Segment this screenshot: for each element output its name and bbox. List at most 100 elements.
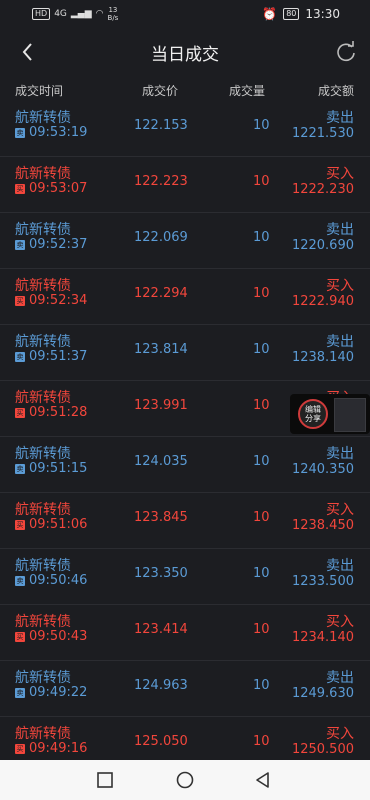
trade-time: 买 09:51:28 — [15, 405, 87, 420]
back-nav-icon[interactable] — [253, 770, 273, 790]
share-line1: 编辑 — [305, 405, 321, 414]
time-value: 09:52:34 — [29, 293, 88, 308]
trade-time: 买 09:53:07 — [15, 181, 87, 196]
share-line2: 分享 — [305, 414, 321, 423]
trade-price: 123.350 — [134, 566, 188, 581]
trade-time: 卖 09:49:22 — [15, 685, 87, 700]
trade-amount: 1238.140 — [291, 350, 354, 365]
trade-side: 买入 — [326, 614, 354, 630]
trade-tag: 买 — [15, 631, 25, 642]
time-value: 09:51:37 — [29, 349, 88, 364]
time-value: 09:51:28 — [29, 405, 88, 420]
speed-unit: B/s — [107, 14, 119, 22]
col-time: 成交时间 — [15, 84, 64, 98]
trade-side: 卖出 — [326, 446, 354, 462]
trade-qty: 10 — [253, 622, 270, 637]
time-value: 09:50:43 — [29, 629, 88, 644]
trade-side: 买入 — [326, 502, 354, 518]
trade-row[interactable]: 航新转债 买 09:53:07 122.223 10 买入 1222.230 — [0, 157, 370, 213]
trade-time: 卖 09:50:46 — [15, 573, 87, 588]
signal-label: 4G — [54, 9, 67, 19]
alarm-icon: ⏰ — [262, 7, 278, 21]
trade-qty: 10 — [253, 230, 270, 245]
trade-row[interactable]: 航新转债 卖 09:49:22 124.963 10 卖出 1249.630 — [0, 661, 370, 717]
bond-name: 航新转债 — [15, 614, 71, 630]
status-left: HD 4G ▂▄▆ ◠ 13 B/s — [32, 6, 118, 22]
bond-name: 航新转债 — [15, 670, 71, 686]
trade-price: 123.414 — [134, 622, 188, 637]
trade-row[interactable]: 航新转债 卖 09:52:37 122.069 10 卖出 1220.690 — [0, 213, 370, 269]
trade-side: 卖出 — [326, 110, 354, 126]
trade-amount: 1220.690 — [291, 238, 354, 253]
trade-price: 123.845 — [134, 510, 188, 525]
trade-tag: 买 — [15, 407, 25, 418]
trade-qty: 10 — [253, 510, 270, 525]
bond-name: 航新转债 — [15, 390, 71, 406]
system-nav-bar — [0, 760, 370, 800]
trade-time: 买 09:51:06 — [15, 517, 87, 532]
bond-name: 航新转债 — [15, 558, 71, 574]
trade-time: 买 09:49:16 — [15, 741, 87, 756]
trade-price: 123.814 — [134, 342, 188, 357]
bond-name: 航新转债 — [15, 222, 71, 238]
trade-side: 卖出 — [326, 670, 354, 686]
recents-icon[interactable] — [95, 770, 115, 790]
battery-indicator: 80 — [283, 8, 300, 20]
trade-tag: 卖 — [15, 239, 25, 250]
wifi-icon: ◠ — [95, 9, 104, 19]
home-icon[interactable] — [175, 770, 195, 790]
trade-amount: 1238.450 — [291, 518, 354, 533]
trade-row[interactable]: 航新转债 卖 09:53:19 122.153 10 卖出 1221.530 — [0, 101, 370, 157]
trade-price: 124.963 — [134, 678, 188, 693]
screenshot-thumbnail[interactable] — [334, 398, 366, 432]
floating-share-widget[interactable]: 编辑 分享 — [290, 394, 370, 434]
signal-icon: ▂▄▆ — [70, 9, 92, 19]
time-value: 09:49:16 — [29, 741, 88, 756]
trade-tag: 卖 — [15, 463, 25, 474]
col-price: 成交价 — [142, 84, 179, 98]
time-value: 09:53:19 — [29, 125, 88, 140]
time-value: 09:52:37 — [29, 237, 88, 252]
trade-qty: 10 — [253, 342, 270, 357]
trade-qty: 10 — [253, 566, 270, 581]
trade-time: 卖 09:51:37 — [15, 349, 87, 364]
trade-side: 买入 — [326, 726, 354, 742]
trade-qty: 10 — [253, 734, 270, 749]
trade-side: 买入 — [326, 278, 354, 294]
time-value: 09:53:07 — [29, 181, 88, 196]
trade-side: 卖出 — [326, 222, 354, 238]
trade-qty: 10 — [253, 678, 270, 693]
trade-amount: 1250.500 — [291, 742, 354, 757]
trade-price: 122.069 — [134, 230, 188, 245]
trade-amount: 1222.230 — [291, 182, 354, 197]
trade-row[interactable]: 航新转债 买 09:51:06 123.845 10 买入 1238.450 — [0, 493, 370, 549]
time-value: 09:51:15 — [29, 461, 88, 476]
trade-amount: 1221.530 — [291, 126, 354, 141]
trade-tag: 买 — [15, 743, 25, 754]
status-time: 13:30 — [305, 7, 340, 21]
trade-qty: 10 — [253, 454, 270, 469]
edit-share-button[interactable]: 编辑 分享 — [298, 399, 328, 429]
trade-price: 122.153 — [134, 118, 188, 133]
trade-tag: 卖 — [15, 351, 25, 362]
trade-row[interactable]: 航新转债 买 09:50:43 123.414 10 买入 1234.140 — [0, 605, 370, 661]
bond-name: 航新转债 — [15, 502, 71, 518]
trade-amount: 1233.500 — [291, 574, 354, 589]
refresh-icon[interactable] — [332, 38, 360, 66]
trade-qty: 10 — [253, 174, 270, 189]
trade-row[interactable]: 航新转债 卖 09:50:46 123.350 10 卖出 1233.500 — [0, 549, 370, 605]
trade-list: 航新转债 卖 09:53:19 122.153 10 卖出 1221.530 航新… — [0, 101, 370, 773]
trade-price: 122.223 — [134, 174, 188, 189]
trade-row[interactable]: 航新转债 卖 09:51:37 123.814 10 卖出 1238.140 — [0, 325, 370, 381]
trade-row[interactable]: 航新转债 买 09:52:34 122.294 10 买入 1222.940 — [0, 269, 370, 325]
bond-name: 航新转债 — [15, 334, 71, 350]
trade-price: 122.294 — [134, 286, 188, 301]
speed-value: 13 — [108, 6, 118, 14]
trade-side: 卖出 — [326, 558, 354, 574]
trade-amount: 1234.140 — [291, 630, 354, 645]
bond-name: 航新转债 — [15, 726, 71, 742]
status-bar: HD 4G ▂▄▆ ◠ 13 B/s ⏰ 80 13:30 — [0, 0, 370, 30]
trade-tag: 买 — [15, 295, 25, 306]
trade-row[interactable]: 航新转债 卖 09:51:15 124.035 10 卖出 1240.350 — [0, 437, 370, 493]
trade-time: 卖 09:53:19 — [15, 125, 87, 140]
